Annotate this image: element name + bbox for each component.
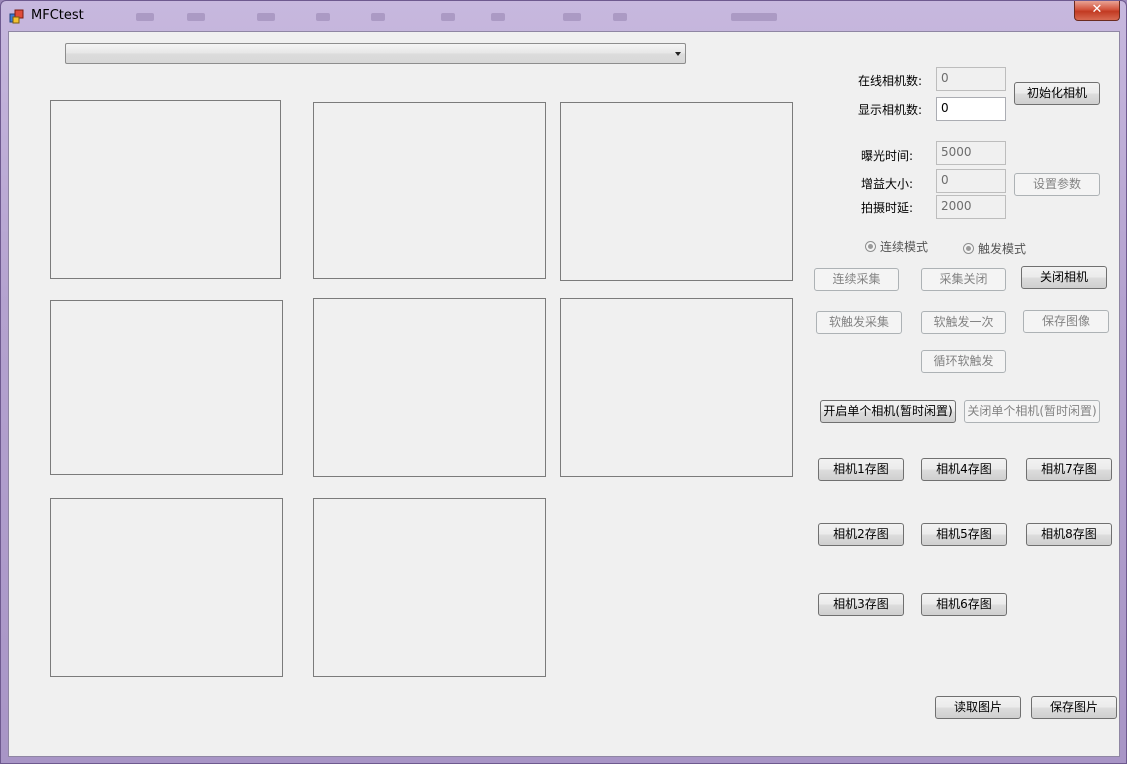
close-icon: ✕ — [1091, 2, 1103, 17]
app-icon — [9, 9, 24, 24]
toolbar-ghost-icon — [257, 13, 275, 21]
chevron-down-icon[interactable] — [675, 52, 681, 56]
title-bar[interactable]: MFCtest ✕ — [1, 1, 1126, 31]
display-cameras-field[interactable]: 0 — [936, 97, 1006, 121]
trigger-mode-radio[interactable]: 触发模式 — [963, 240, 1026, 257]
gain-label: 增益大小: — [861, 177, 914, 191]
camera-view-7 — [560, 102, 793, 281]
cam3-save-button[interactable]: 相机3存图 — [818, 593, 904, 616]
loop-soft-trigger-button[interactable]: 循环软触发 — [921, 350, 1006, 373]
toolbar-ghost-icon — [441, 13, 455, 21]
camera-select-combo[interactable] — [65, 43, 686, 64]
open-single-camera-button[interactable]: 开启单个相机(暂时闲置) — [820, 400, 956, 423]
continuous-acquire-button[interactable]: 连续采集 — [814, 268, 899, 291]
read-picture-button[interactable]: 读取图片 — [935, 696, 1021, 719]
toolbar-ghost-icon — [731, 13, 777, 21]
toolbar-ghost-icon — [316, 13, 330, 21]
shoot-delay-field[interactable]: 2000 — [936, 195, 1006, 219]
toolbar-ghost-icon — [563, 13, 581, 21]
toolbar-ghost-icon — [371, 13, 385, 21]
save-image-button[interactable]: 保存图像 — [1023, 310, 1109, 333]
cam4-save-button[interactable]: 相机4存图 — [921, 458, 1007, 481]
cam7-save-button[interactable]: 相机7存图 — [1026, 458, 1112, 481]
online-cameras-field[interactable]: 0 — [936, 67, 1006, 91]
trigger-mode-label: 触发模式 — [978, 242, 1027, 256]
soft-trigger-acquire-button[interactable]: 软触发采集 — [816, 311, 902, 334]
camera-view-3 — [50, 498, 283, 677]
shoot-delay-label: 拍摄时延: — [861, 201, 914, 215]
app-window: MFCtest ✕ 在线相机数: 0 初始化相机 显示相机数: 0 曝光时间: … — [0, 0, 1127, 764]
client-area: 在线相机数: 0 初始化相机 显示相机数: 0 曝光时间: 5000 增益大小:… — [8, 31, 1120, 757]
save-picture-button[interactable]: 保存图片 — [1031, 696, 1117, 719]
close-button[interactable]: ✕ — [1074, 1, 1120, 21]
radio-icon — [963, 243, 974, 254]
camera-view-8 — [560, 298, 793, 477]
continuous-mode-radio[interactable]: 连续模式 — [865, 238, 928, 255]
radio-icon — [865, 241, 876, 252]
acquire-close-button[interactable]: 采集关闭 — [921, 268, 1006, 291]
online-cameras-label: 在线相机数: — [858, 74, 923, 88]
toolbar-ghost-icon — [187, 13, 205, 21]
cam8-save-button[interactable]: 相机8存图 — [1026, 523, 1112, 546]
cam1-save-button[interactable]: 相机1存图 — [818, 458, 904, 481]
cam6-save-button[interactable]: 相机6存图 — [921, 593, 1007, 616]
cam5-save-button[interactable]: 相机5存图 — [921, 523, 1007, 546]
camera-view-1 — [50, 100, 281, 279]
soft-trigger-once-button[interactable]: 软触发一次 — [921, 311, 1006, 334]
exposure-label: 曝光时间: — [861, 149, 914, 163]
close-single-camera-button[interactable]: 关闭单个相机(暂时闲置) — [964, 400, 1100, 423]
toolbar-ghost-icon — [491, 13, 505, 21]
gain-field[interactable]: 0 — [936, 169, 1006, 193]
camera-view-2 — [50, 300, 283, 475]
camera-view-5 — [313, 298, 546, 477]
cam2-save-button[interactable]: 相机2存图 — [818, 523, 904, 546]
display-cameras-label: 显示相机数: — [858, 103, 923, 117]
toolbar-ghost-icon — [613, 13, 627, 21]
camera-view-6 — [313, 498, 546, 677]
window-title: MFCtest — [31, 8, 84, 23]
close-camera-button[interactable]: 关闭相机 — [1021, 266, 1107, 289]
camera-view-4 — [313, 102, 546, 279]
continuous-mode-label: 连续模式 — [880, 240, 929, 254]
exposure-field[interactable]: 5000 — [936, 141, 1006, 165]
init-camera-button[interactable]: 初始化相机 — [1014, 82, 1100, 105]
toolbar-ghost-icon — [136, 13, 154, 21]
set-params-button[interactable]: 设置参数 — [1014, 173, 1100, 196]
